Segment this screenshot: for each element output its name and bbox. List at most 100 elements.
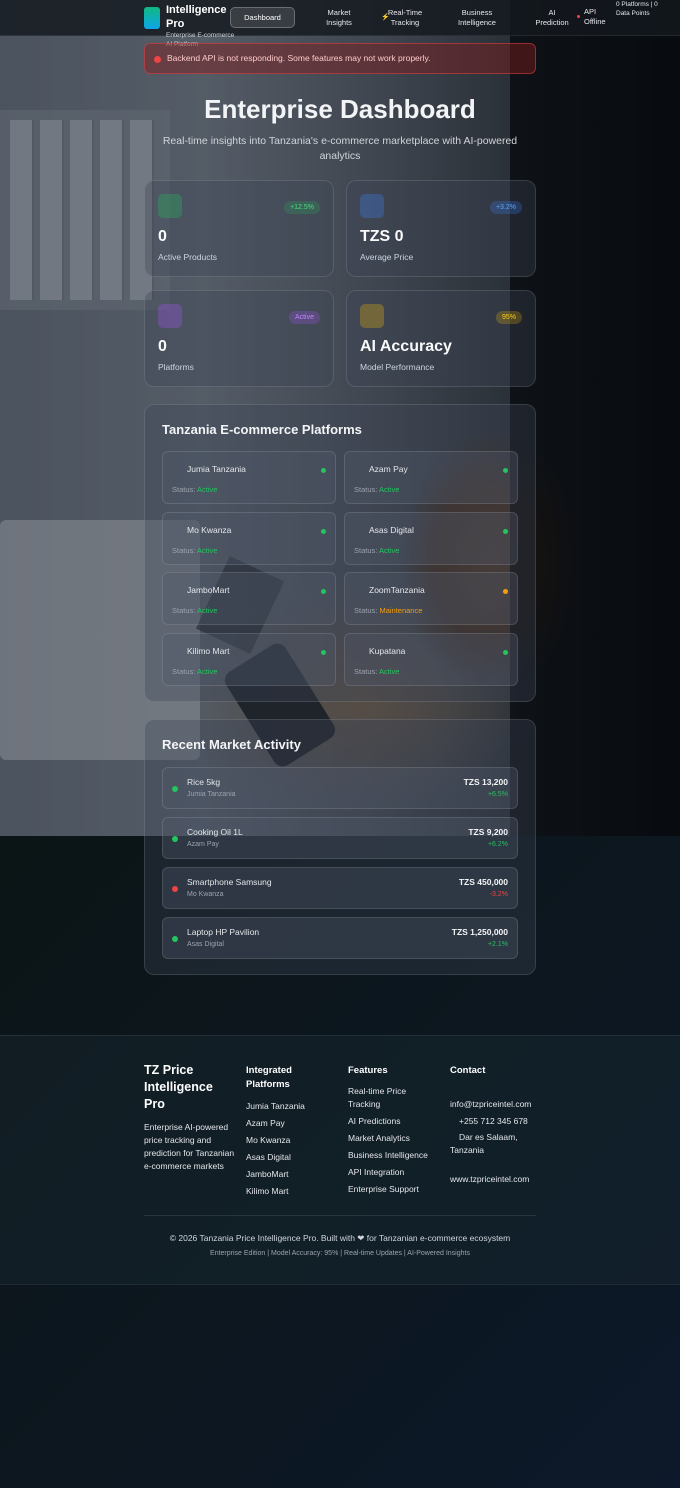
- top-navigation-bar: Intelligence Pro Enterprise E-commerce A…: [0, 0, 680, 48]
- stat-value: 0: [158, 228, 167, 245]
- product-price: TZS 450,000: [458, 877, 508, 887]
- stat-label: Model Performance: [360, 362, 435, 372]
- footer-contact-item[interactable]: info@tzpriceintel.com: [450, 1098, 531, 1111]
- footer-platform-link[interactable]: Mo Kwanza: [246, 1134, 336, 1147]
- footer-feature-link[interactable]: AI Predictions: [348, 1115, 438, 1128]
- activity-title: Recent Market Activity: [162, 737, 301, 752]
- footer-platform-link[interactable]: Jumia Tanzania: [246, 1100, 336, 1113]
- platform-card[interactable]: Kilimo Mart Status: Active: [162, 632, 336, 686]
- platform-card[interactable]: JamboMart Status: Active: [162, 572, 336, 625]
- status-prefix: Status:: [354, 545, 378, 555]
- page-subtitle: Real-time insights into Tanzania's e-com…: [162, 135, 518, 162]
- status-value: Maintenance: [379, 606, 423, 615]
- footer-meta: Enterprise Edition | Model Accuracy: 95%…: [210, 1250, 470, 1257]
- api-status: API Offline: [584, 7, 606, 26]
- platform-name: ZoomTanzania: [369, 585, 425, 595]
- status-prefix: Status:: [172, 545, 196, 555]
- status-dot-icon: [503, 468, 508, 473]
- status-value: Active: [379, 545, 400, 555]
- nav-dashboard[interactable]: Dashboard: [230, 7, 295, 28]
- status-value: Active: [197, 485, 218, 494]
- stat-value: AI Accuracy: [360, 338, 452, 355]
- status-dot-icon: [321, 468, 326, 473]
- platform-card[interactable]: Asas Digital Status: Active: [344, 511, 518, 565]
- platform-card[interactable]: Kupatana Status: Active: [344, 632, 518, 686]
- platforms-title: Tanzania E-commerce Platforms: [162, 422, 362, 437]
- footer-platform-link[interactable]: Asas Digital: [246, 1151, 336, 1164]
- product-name: Cooking Oil 1L: [187, 827, 243, 837]
- api-status-dot: [577, 15, 580, 18]
- page-title: Enterprise Dashboard: [204, 94, 476, 124]
- footer-divider: [144, 1215, 536, 1216]
- nav-business-intelligence[interactable]: Business Intelligence: [445, 7, 509, 28]
- product-platform: Jumia Tanzania: [187, 791, 236, 798]
- status-value: Active: [379, 666, 400, 676]
- stat-label: Platforms: [158, 362, 194, 372]
- stat-card-ai-accuracy[interactable]: 95% AI Accuracy Model Performance: [346, 290, 536, 387]
- footer-contact-item[interactable]: www.tzpriceintel.com: [450, 1173, 529, 1186]
- stat-card-active-products[interactable]: +12.5% 0 Active Products: [144, 180, 334, 277]
- status-dot-icon: [321, 649, 326, 655]
- footer-feature-link[interactable]: Real-time Price Tracking: [348, 1085, 438, 1110]
- platform-status: Status: Maintenance: [354, 606, 422, 615]
- platform-name: Asas Digital: [369, 524, 414, 535]
- footer-contact-item: Dar es Salaam, Tanzania: [450, 1132, 518, 1155]
- product-price: TZS 1,250,000: [451, 927, 508, 937]
- brand-title[interactable]: Intelligence Pro: [166, 3, 236, 31]
- footer-platform-link[interactable]: Azam Pay: [246, 1117, 336, 1130]
- platform-card[interactable]: ZoomTanzania Status: Maintenance: [344, 572, 518, 625]
- stat-badge: Active: [288, 311, 320, 324]
- stat-value: TZS 0: [360, 228, 404, 245]
- status-value: Active: [197, 666, 218, 676]
- platform-name: Azam Pay: [369, 464, 408, 474]
- activity-row[interactable]: Rice 5kg Jumia Tanzania TZS 13,200 +6.5%: [162, 767, 518, 809]
- activity-panel: Recent Market Activity Rice 5kg Jumia Tan…: [144, 719, 536, 975]
- platform-status: Status: Active: [354, 546, 399, 555]
- status-prefix: Status:: [354, 606, 378, 615]
- footer-feature-link[interactable]: Market Analytics: [348, 1132, 438, 1145]
- activity-row[interactable]: Cooking Oil 1L Azam Pay TZS 9,200 +6.2%: [162, 817, 518, 859]
- stat-badge: +3.2%: [489, 201, 522, 214]
- status-dot-icon: [321, 589, 326, 594]
- footer-feature-link[interactable]: Enterprise Support: [348, 1183, 438, 1196]
- trend-dot-icon: [172, 886, 178, 892]
- product-platform: Asas Digital: [187, 941, 224, 948]
- platform-status: Status: Active: [172, 667, 217, 676]
- footer: TZ Price Intelligence Pro Enterprise AI-…: [0, 1035, 680, 1285]
- product-name: Rice 5kg: [187, 777, 221, 787]
- nav-market-insights[interactable]: Market Insights: [315, 7, 363, 28]
- footer-feature-link[interactable]: Business Intelligence: [348, 1149, 438, 1162]
- activity-row[interactable]: Laptop HP Pavilion Asas Digital TZS 1,250,…: [162, 917, 518, 959]
- footer-brand: TZ Price Intelligence Pro: [144, 1063, 213, 1111]
- price-change: +6.2%: [487, 841, 508, 848]
- footer-platform-link[interactable]: JamboMart: [246, 1168, 336, 1181]
- status-prefix: Status:: [172, 606, 196, 615]
- ai-icon: [360, 304, 384, 328]
- trend-dot-icon: [172, 936, 178, 942]
- activity-row[interactable]: Smartphone Samsung Mo Kwanza TZS 450,000 -3…: [162, 867, 518, 909]
- footer-contact-title: Contact: [450, 1065, 486, 1076]
- footer-platform-link[interactable]: Kilimo Mart: [246, 1185, 336, 1198]
- platform-name: JamboMart: [187, 585, 230, 595]
- footer-description: Enterprise AI-powered price tracking and…: [144, 1122, 235, 1171]
- platform-status: Status: Active: [172, 606, 217, 615]
- stat-card-platforms[interactable]: Active 0 Platforms: [144, 290, 334, 387]
- status-value: Active: [197, 545, 218, 555]
- platform-card[interactable]: Jumia Tanzania Status: Active: [162, 451, 336, 504]
- product-price: TZS 9,200: [468, 827, 508, 837]
- platform-card[interactable]: Azam Pay Status: Active: [344, 451, 518, 504]
- footer-feature-link[interactable]: API Integration: [348, 1166, 438, 1179]
- platform-data-counts: 0 Platforms | 0 Data Points: [616, 1, 658, 17]
- stat-card-average-price[interactable]: +3.2% TZS 0 Average Price: [346, 180, 536, 277]
- nav-ai-prediction[interactable]: AI Prediction: [531, 7, 573, 28]
- status-value: Active: [197, 606, 218, 615]
- product-price: TZS 13,200: [463, 777, 508, 787]
- stat-badge: +12.5%: [284, 201, 320, 214]
- price-change: -3.2%: [489, 891, 508, 898]
- status-prefix: Status:: [172, 485, 196, 494]
- status-prefix: Status:: [354, 485, 378, 494]
- platform-card[interactable]: Mo Kwanza Status: Active: [162, 511, 336, 565]
- nav-real-time-tracking[interactable]: Real-Time Tracking: [386, 2, 424, 34]
- stat-label: Active Products: [158, 252, 218, 262]
- status-value: Active: [379, 485, 400, 494]
